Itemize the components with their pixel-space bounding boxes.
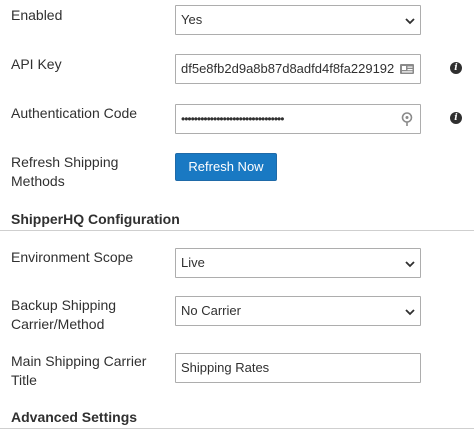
section-title-shipperhq: ShipperHQ Configuration: [11, 211, 180, 227]
enabled-value: Yes: [181, 12, 203, 27]
enabled-select[interactable]: Yes: [175, 5, 421, 35]
id-card-icon[interactable]: [399, 61, 415, 77]
api-key-label: API Key: [11, 56, 62, 72]
enabled-label: Enabled: [11, 7, 63, 23]
main-carrier-title-label-line2: Title: [11, 372, 37, 388]
chevron-down-icon: [405, 309, 415, 316]
backup-carrier-label-line2: Carrier/Method: [11, 316, 105, 332]
chevron-down-icon: [405, 18, 415, 25]
auth-code-input[interactable]: ••••••••••••••••••••••••••••••••: [175, 104, 421, 134]
api-key-value: df5e8fb2d9a8b87d8adfd4f8fa229192: [181, 61, 395, 76]
refresh-label-line2: Methods: [11, 173, 65, 189]
main-carrier-title-value: Shipping Rates: [181, 360, 270, 375]
auth-code-label: Authentication Code: [11, 105, 138, 121]
api-key-info-icon[interactable]: i: [450, 62, 462, 74]
main-carrier-title-label-line1: Main Shipping Carrier: [11, 353, 147, 369]
chevron-down-icon: [405, 261, 415, 268]
backup-carrier-select[interactable]: No Carrier: [175, 296, 421, 326]
backup-carrier-value: No Carrier: [181, 303, 241, 318]
section-divider: [0, 230, 474, 231]
environment-scope-value: Live: [181, 255, 205, 270]
main-carrier-title-input[interactable]: Shipping Rates: [175, 353, 421, 383]
auth-code-info-icon[interactable]: i: [450, 112, 462, 124]
backup-carrier-label-line1: Backup Shipping: [11, 297, 117, 313]
refresh-now-button[interactable]: Refresh Now: [175, 153, 277, 181]
refresh-label-line1: Refresh Shipping: [11, 154, 119, 170]
section-title-advanced: Advanced Settings: [11, 409, 138, 425]
key-icon[interactable]: [399, 111, 415, 127]
section-divider: [0, 428, 474, 429]
environment-scope-label: Environment Scope: [11, 249, 134, 265]
environment-scope-select[interactable]: Live: [175, 248, 421, 278]
auth-code-value: ••••••••••••••••••••••••••••••••: [181, 112, 284, 126]
api-key-input[interactable]: df5e8fb2d9a8b87d8adfd4f8fa229192: [175, 54, 421, 84]
